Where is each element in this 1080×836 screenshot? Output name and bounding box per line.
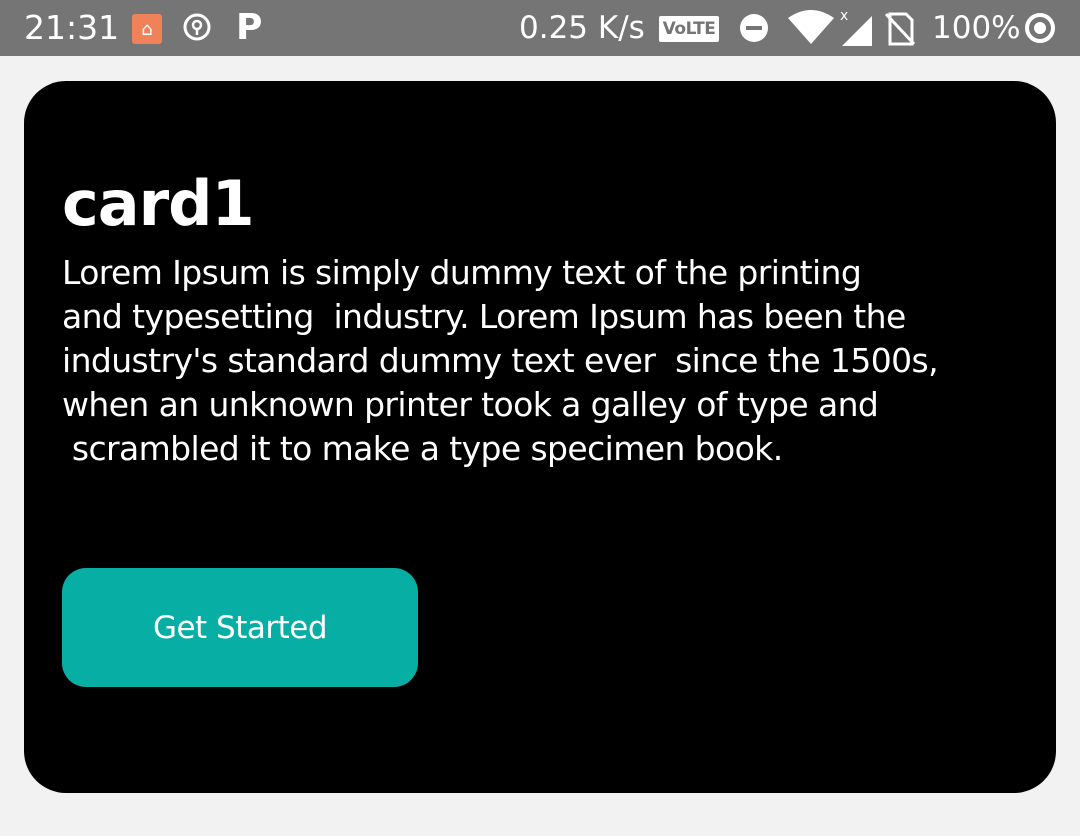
- no-sim-icon: [884, 12, 916, 46]
- status-time: 21:31: [24, 8, 120, 47]
- card-description: Lorem Ipsum is simply dummy text of the …: [62, 253, 939, 468]
- svg-text:x: x: [840, 8, 848, 24]
- get-started-button[interactable]: Get Started: [62, 568, 418, 687]
- dnd-icon: [739, 13, 769, 43]
- battery-level: 100%: [932, 10, 1021, 46]
- parking-icon: P: [236, 7, 263, 48]
- volte-badge: VoLTE: [659, 16, 719, 42]
- card: card1 Lorem Ipsum is simply dummy text o…: [24, 81, 1056, 793]
- ring-icon: [1024, 12, 1056, 44]
- signal-icon: x: [838, 8, 876, 48]
- app-notification-icon: ⌂: [132, 14, 162, 44]
- network-speed: 0.25 K/s: [519, 10, 645, 46]
- card-title: card1: [62, 167, 255, 240]
- status-bar: 21:31 ⌂ P 0.25 K/s VoLTE x 100%: [0, 0, 1080, 56]
- location-icon: [182, 12, 212, 42]
- wifi-icon: [786, 10, 836, 44]
